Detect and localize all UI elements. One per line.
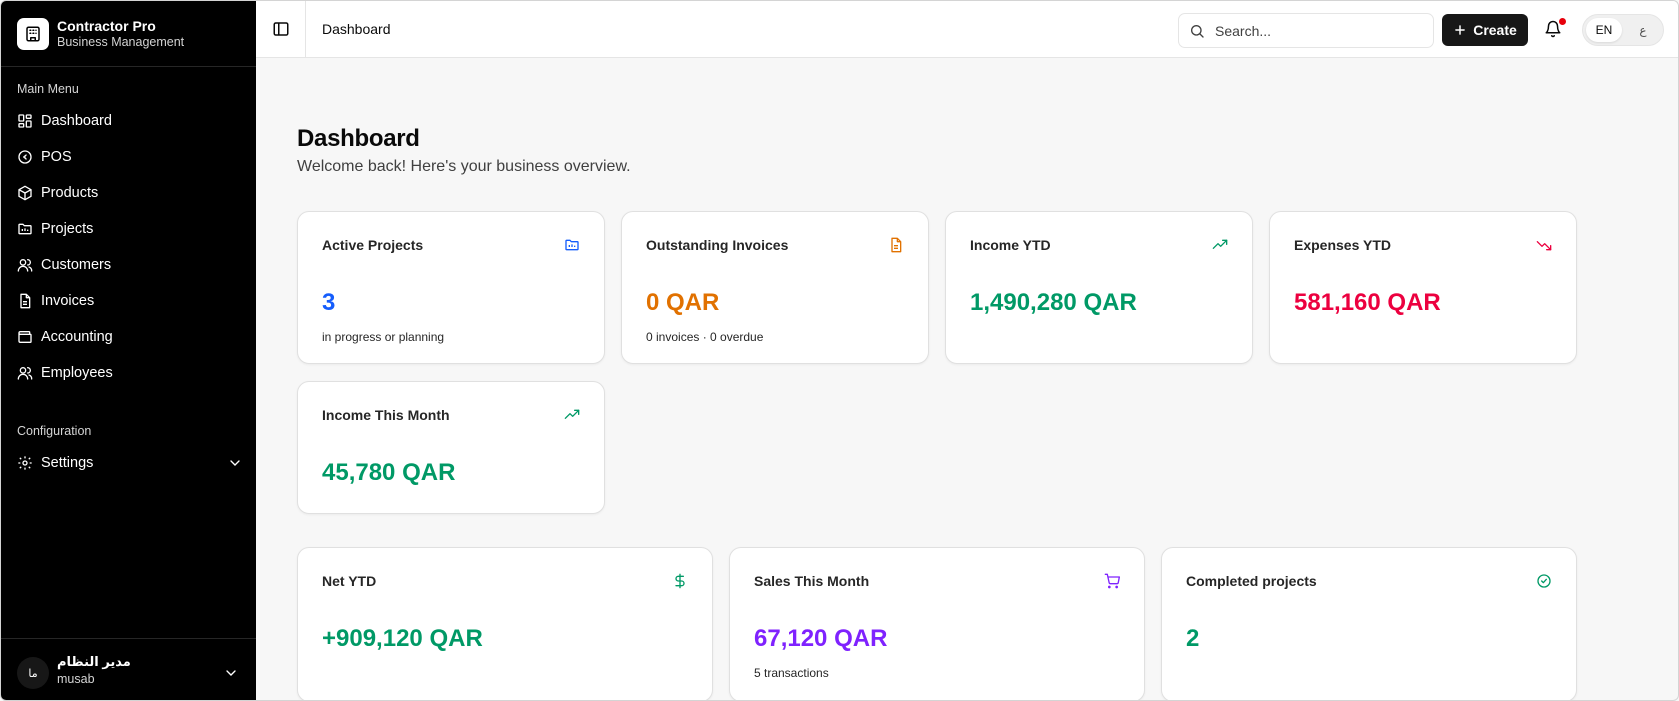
configuration-label: Configuration bbox=[17, 424, 92, 438]
sidebar-item-settings[interactable]: Settings bbox=[17, 448, 243, 478]
card-value: 0 QAR bbox=[646, 289, 720, 316]
avatar: ما bbox=[17, 657, 49, 689]
page-subtitle: Welcome back! Here's your business overv… bbox=[297, 158, 631, 175]
card-title: Expenses YTD bbox=[1294, 237, 1392, 253]
dashboard-icon bbox=[18, 114, 32, 128]
user-username: musab bbox=[57, 672, 95, 686]
brand[interactable]: Contractor Pro Business Management bbox=[17, 18, 184, 50]
stat-card-completed-projects: Completed projects 2 bbox=[1161, 547, 1577, 700]
sidebar-item-accounting[interactable]: Accounting bbox=[17, 322, 243, 352]
card-title: Sales This Month bbox=[754, 573, 870, 589]
card-title: Completed projects bbox=[1186, 573, 1317, 589]
search-input[interactable] bbox=[1215, 22, 1415, 39]
sidebar-item-label: Invoices bbox=[41, 293, 95, 309]
folder-icon bbox=[18, 223, 32, 235]
sidebar-item-label: Dashboard bbox=[41, 113, 112, 129]
card-title: Income This Month bbox=[322, 407, 450, 423]
sidebar-item-dashboard[interactable]: Dashboard bbox=[17, 106, 243, 136]
sidebar-item-employees[interactable]: Employees bbox=[17, 358, 243, 388]
notification-badge bbox=[1559, 18, 1566, 25]
sidebar: Contractor Pro Business Management Main … bbox=[1, 1, 256, 700]
stat-card-sales-this-month: Sales This Month 67,120 QAR 5 transactio… bbox=[729, 547, 1145, 700]
trending-down-icon bbox=[1536, 241, 1552, 251]
card-value: 1,490,280 QAR bbox=[970, 289, 1137, 316]
card-title: Net YTD bbox=[322, 573, 377, 589]
create-button[interactable]: Create bbox=[1442, 14, 1528, 46]
lang-en-button[interactable]: EN bbox=[1586, 18, 1622, 42]
package-icon bbox=[18, 185, 32, 201]
lang-ar-button[interactable]: ع bbox=[1627, 18, 1659, 42]
sidebar-item-customers[interactable]: Customers bbox=[17, 250, 243, 280]
sidebar-item-products[interactable]: Products bbox=[17, 178, 243, 208]
brand-name: Contractor Pro bbox=[57, 18, 156, 34]
top-header: Dashboard Create EN ع bbox=[256, 1, 1678, 58]
users-icon bbox=[17, 367, 33, 380]
users-icon bbox=[17, 259, 33, 272]
file-icon bbox=[20, 293, 31, 309]
sidebar-item-label: Projects bbox=[41, 221, 94, 237]
wallet-icon bbox=[18, 331, 32, 343]
trending-up-icon bbox=[1212, 239, 1228, 249]
trending-up-icon bbox=[564, 409, 580, 419]
folder-kanban-icon bbox=[565, 239, 579, 251]
sidebar-item-projects[interactable]: Projects bbox=[17, 214, 243, 244]
pos-icon bbox=[18, 150, 32, 164]
stat-card-outstanding-invoices: Outstanding Invoices 0 QAR 0 invoices · … bbox=[621, 211, 929, 364]
create-label: Create bbox=[1473, 22, 1517, 38]
sidebar-toggle-icon[interactable] bbox=[272, 20, 290, 38]
card-value: 45,780 QAR bbox=[322, 459, 456, 486]
app-window: Contractor Pro Business Management Main … bbox=[0, 0, 1679, 701]
card-value: 3 bbox=[322, 289, 336, 316]
sidebar-item-label: Employees bbox=[41, 365, 113, 381]
chevron-down-icon bbox=[230, 460, 240, 466]
stat-card-income-this-month: Income This Month 45,780 QAR bbox=[297, 381, 605, 514]
card-value: +909,120 QAR bbox=[322, 625, 483, 652]
breadcrumb: Dashboard bbox=[322, 21, 391, 37]
cart-icon bbox=[1104, 573, 1120, 589]
user-name: مدير النظام bbox=[57, 654, 131, 669]
main-menu-label: Main Menu bbox=[17, 82, 79, 96]
stat-card-active-projects: Active Projects 3 in progress or plannin… bbox=[297, 211, 605, 364]
sidebar-item-label: Customers bbox=[41, 257, 112, 273]
user-menu[interactable]: ما مدير النظام musab bbox=[1, 638, 256, 700]
stat-card-income-ytd: Income YTD 1,490,280 QAR bbox=[945, 211, 1253, 364]
page-title: Dashboard bbox=[297, 125, 420, 152]
sidebar-item-label: Products bbox=[41, 185, 99, 201]
sidebar-item-label: Settings bbox=[41, 455, 94, 471]
sidebar-item-label: POS bbox=[41, 149, 72, 165]
card-value: 67,120 QAR bbox=[754, 625, 888, 652]
plus-icon bbox=[1455, 25, 1466, 35]
language-switcher: EN ع bbox=[1582, 14, 1664, 46]
building-icon bbox=[17, 18, 49, 50]
search-box[interactable] bbox=[1178, 13, 1434, 48]
card-value: 581,160 QAR bbox=[1294, 289, 1441, 316]
brand-subtitle: Business Management bbox=[57, 35, 185, 49]
file-text-icon bbox=[891, 237, 902, 253]
card-title: Income YTD bbox=[970, 237, 1051, 253]
search-icon bbox=[1191, 24, 1204, 38]
sidebar-item-pos[interactable]: POS bbox=[17, 142, 243, 172]
card-note: in progress or planning bbox=[322, 330, 445, 344]
sidebar-item-label: Accounting bbox=[41, 329, 113, 345]
gear-icon bbox=[18, 456, 32, 470]
card-note: 0 invoices · 0 overdue bbox=[646, 330, 764, 344]
dollar-icon bbox=[675, 573, 685, 589]
check-circle-icon bbox=[1537, 574, 1551, 588]
header-divider bbox=[305, 1, 306, 58]
stat-card-net-ytd: Net YTD +909,120 QAR bbox=[297, 547, 713, 700]
card-value: 2 bbox=[1186, 625, 1200, 652]
card-title: Outstanding Invoices bbox=[646, 237, 789, 253]
card-title: Active Projects bbox=[322, 237, 424, 253]
sidebar-item-invoices[interactable]: Invoices bbox=[17, 286, 243, 316]
card-note: 5 transactions bbox=[754, 666, 829, 680]
stat-card-expenses-ytd: Expenses YTD 581,160 QAR bbox=[1269, 211, 1577, 364]
sidebar-divider bbox=[1, 66, 256, 67]
chevron-down-icon bbox=[226, 670, 236, 676]
